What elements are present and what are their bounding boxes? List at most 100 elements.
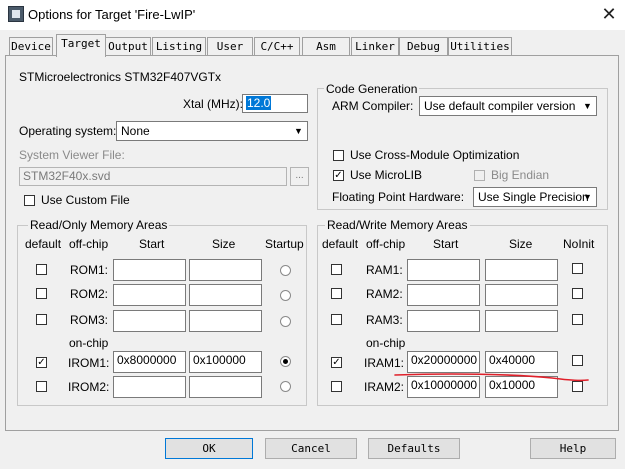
ram1-size-input[interactable] <box>485 259 558 281</box>
help-button[interactable]: Help <box>530 438 616 459</box>
compiler-label: ARM Compiler: <box>332 99 414 113</box>
rom2-startup-radio[interactable] <box>280 290 291 301</box>
ram1-default-checkbox[interactable] <box>331 264 342 275</box>
irom2-startup-radio[interactable] <box>280 381 291 392</box>
ram-header-offchip: off-chip <box>366 237 406 251</box>
custom-file-checkbox[interactable] <box>24 195 35 206</box>
tab-listing[interactable]: Listing <box>152 37 206 56</box>
chevron-down-icon: ▼ <box>583 192 592 202</box>
microlib-checkbox[interactable]: ✓ <box>333 170 344 181</box>
irom2-label: IROM2: <box>68 380 110 394</box>
iram1-label: IRAM1: <box>364 356 405 370</box>
ram-onchip-label: on-chip <box>366 336 406 350</box>
svf-label: System Viewer File: <box>19 148 125 162</box>
os-label: Operating system: <box>19 124 117 138</box>
tab-asm[interactable]: Asm <box>302 37 350 56</box>
chevron-down-icon: ▼ <box>294 126 303 136</box>
rom-onchip-label: on-chip <box>69 336 109 350</box>
ram3-noinit-checkbox[interactable] <box>572 314 583 325</box>
ram2-noinit-checkbox[interactable] <box>572 288 583 299</box>
rom2-label: ROM2: <box>70 287 109 301</box>
tab-target[interactable]: Target <box>56 34 106 57</box>
iram2-default-checkbox[interactable] <box>331 381 342 392</box>
tab-user[interactable]: User <box>207 37 253 56</box>
tab-output[interactable]: Output <box>105 37 151 56</box>
cancel-button[interactable]: Cancel <box>265 438 357 459</box>
rom1-size-input[interactable] <box>189 259 262 281</box>
rom3-size-input[interactable] <box>189 310 262 332</box>
os-select[interactable]: None ▼ <box>116 121 308 141</box>
ram-header-size: Size <box>509 237 533 251</box>
close-icon[interactable]: ✕ <box>596 3 622 25</box>
ram-group-title: Read/Write Memory Areas <box>325 218 470 232</box>
tab-utilities[interactable]: Utilities <box>448 37 512 56</box>
ram1-start-input[interactable] <box>407 259 480 281</box>
rom1-default-checkbox[interactable] <box>36 264 47 275</box>
code-generation-title: Code Generation <box>324 82 420 96</box>
tab-device[interactable]: Device <box>9 37 53 56</box>
compiler-value: Use default compiler version <box>424 99 576 113</box>
irom1-start-input[interactable]: 0x8000000 <box>113 351 186 373</box>
irom1-startup-radio[interactable] <box>280 356 291 367</box>
rom2-size-input[interactable] <box>189 284 262 306</box>
device-name: STMicroelectronics STM32F407VGTx <box>19 70 222 84</box>
microlib-label: Use MicroLIB <box>350 168 423 182</box>
chevron-down-icon: ▼ <box>583 101 592 111</box>
compiler-select[interactable]: Use default compiler version ▼ <box>419 96 597 116</box>
ram2-start-input[interactable] <box>407 284 480 306</box>
cross-module-checkbox[interactable] <box>333 150 344 161</box>
rom3-label: ROM3: <box>70 313 109 327</box>
red-underline-annotation <box>394 373 589 382</box>
xtal-label: Xtal (MHz): <box>183 97 243 111</box>
ram3-size-input[interactable] <box>485 310 558 332</box>
options-dialog: Options for Target 'Fire-LwIP' ✕ Device … <box>0 0 625 469</box>
tab-debug[interactable]: Debug <box>399 37 448 56</box>
rom-group-title: Read/Only Memory Areas <box>28 218 170 232</box>
tab-c-cpp[interactable]: C/C++ <box>254 37 300 56</box>
irom2-default-checkbox[interactable] <box>36 381 47 392</box>
ram1-label: RAM1: <box>366 263 403 277</box>
rom3-start-input[interactable] <box>113 310 186 332</box>
rom3-default-checkbox[interactable] <box>36 314 47 325</box>
big-endian-label: Big Endian <box>491 168 550 182</box>
rom3-startup-radio[interactable] <box>280 316 291 327</box>
irom2-start-input[interactable] <box>113 376 186 398</box>
rom1-start-input[interactable] <box>113 259 186 281</box>
rom-header-default: default <box>25 237 62 251</box>
defaults-button[interactable]: Defaults <box>368 438 460 459</box>
rom2-default-checkbox[interactable] <box>36 288 47 299</box>
iram1-noinit-checkbox[interactable] <box>572 355 583 366</box>
irom2-size-input[interactable] <box>189 376 262 398</box>
window-title: Options for Target 'Fire-LwIP' <box>28 7 196 22</box>
ram-header-start: Start <box>433 237 459 251</box>
fp-value: Use Single Precision <box>478 190 589 204</box>
tab-linker[interactable]: Linker <box>351 37 399 56</box>
rom-header-startup: Startup <box>265 237 304 251</box>
rom-header-offchip: off-chip <box>69 237 109 251</box>
title-bar: Options for Target 'Fire-LwIP' ✕ <box>0 0 625 30</box>
irom1-label: IROM1: <box>68 356 110 370</box>
rom1-startup-radio[interactable] <box>280 265 291 276</box>
ram3-start-input[interactable] <box>407 310 480 332</box>
rom2-start-input[interactable] <box>113 284 186 306</box>
rom-header-size: Size <box>212 237 236 251</box>
iram1-default-checkbox[interactable]: ✓ <box>331 357 342 368</box>
rom-header-start: Start <box>139 237 165 251</box>
svf-input: STM32F40x.svd <box>19 167 287 186</box>
cross-module-label: Use Cross-Module Optimization <box>350 148 520 162</box>
ram3-label: RAM3: <box>366 313 403 327</box>
ram2-default-checkbox[interactable] <box>331 288 342 299</box>
os-value: None <box>121 124 150 138</box>
irom1-size-input[interactable]: 0x100000 <box>189 351 262 373</box>
app-icon <box>8 6 24 22</box>
rom1-label: ROM1: <box>70 263 109 277</box>
svf-browse-button: ... <box>290 167 309 186</box>
irom1-default-checkbox[interactable]: ✓ <box>36 357 47 368</box>
ok-button[interactable]: OK <box>165 438 253 459</box>
custom-file-label: Use Custom File <box>41 193 130 207</box>
ram3-default-checkbox[interactable] <box>331 314 342 325</box>
xtal-input[interactable]: 12.0 <box>242 94 308 113</box>
ram1-noinit-checkbox[interactable] <box>572 263 583 274</box>
ram2-size-input[interactable] <box>485 284 558 306</box>
fp-select[interactable]: Use Single Precision ▼ <box>473 187 597 207</box>
